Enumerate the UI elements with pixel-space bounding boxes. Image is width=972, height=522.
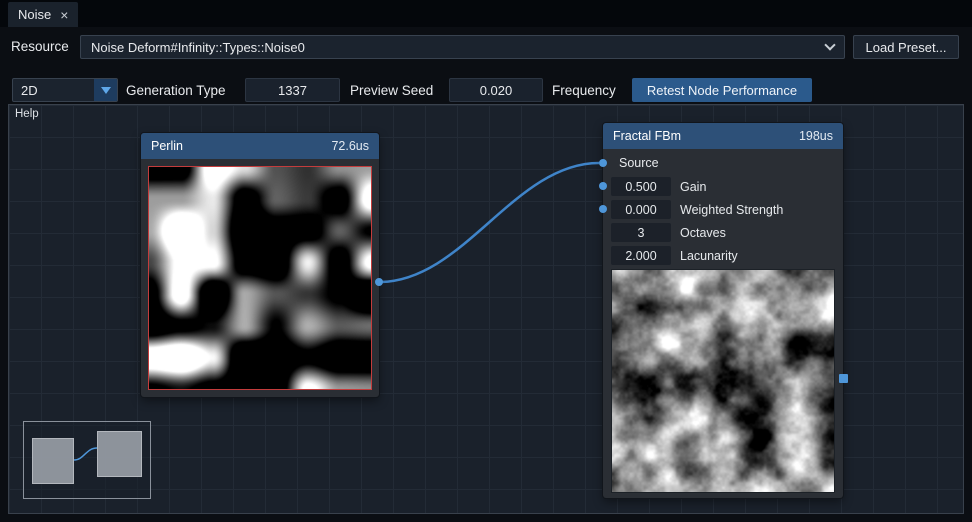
- minimap[interactable]: [23, 421, 151, 499]
- tab-noise[interactable]: Noise ×: [8, 2, 79, 27]
- gain-input-pin[interactable]: [599, 182, 607, 190]
- toolbar: 2D Generation Type 1337 Preview Seed 0.0…: [0, 66, 972, 104]
- weighted-strength-row: 0.000 Weighted Strength: [611, 200, 835, 219]
- resource-bar: Resource Noise Deform#Infinity::Types::N…: [0, 27, 972, 66]
- gain-label: Gain: [680, 179, 707, 194]
- gain-field[interactable]: 0.500: [611, 177, 671, 196]
- node-fbm-params: Source 0.500 Gain 0.000 Weighted Strengt…: [603, 149, 843, 265]
- weighted-strength-input-pin[interactable]: [599, 205, 607, 213]
- node-fbm-body: [603, 269, 843, 493]
- source-input-pin[interactable]: [599, 159, 607, 167]
- node-perlin-header[interactable]: Perlin 72.6us: [141, 133, 379, 159]
- dimension-value: 2D: [21, 82, 38, 98]
- node-perlin-time: 72.6us: [331, 139, 369, 153]
- resource-combobox[interactable]: Noise Deform#Infinity::Types::Noise0: [80, 35, 845, 59]
- perlin-noise-preview[interactable]: [148, 166, 372, 390]
- node-perlin[interactable]: Perlin 72.6us: [141, 133, 383, 397]
- tab-label: Noise: [18, 7, 52, 22]
- octaves-row: 3 Octaves: [611, 223, 835, 242]
- preview-seed-label: Preview Seed: [350, 82, 434, 98]
- node-fbm-time: 198us: [798, 129, 833, 143]
- load-preset-button[interactable]: Load Preset...: [853, 35, 959, 59]
- preview-seed-field[interactable]: 1337: [245, 78, 340, 102]
- weighted-strength-label: Weighted Strength: [680, 202, 784, 217]
- triangle-down-icon: [100, 86, 111, 94]
- octaves-field[interactable]: 3: [611, 223, 671, 242]
- fbm-noise-preview[interactable]: [611, 269, 835, 493]
- noise-tool-window: Noise × Resource Noise Deform#Infinity::…: [0, 0, 972, 522]
- lacunarity-label: Lacunarity: [680, 248, 738, 263]
- node-fbm-title: Fractal FBm: [613, 129, 682, 143]
- help-label[interactable]: Help: [15, 108, 39, 120]
- weighted-strength-field[interactable]: 0.000: [611, 200, 671, 219]
- perlin-output-pin[interactable]: [375, 278, 383, 286]
- frequency-field[interactable]: 0.020: [449, 78, 543, 102]
- lacunarity-row: 2.000 Lacunarity: [611, 246, 835, 265]
- fbm-output-pin[interactable]: [839, 374, 848, 383]
- resource-combobox-value: Noise Deform#Infinity::Types::Noise0: [91, 39, 305, 55]
- dimension-combobox[interactable]: 2D: [12, 78, 118, 102]
- source-label: Source: [619, 156, 659, 170]
- generation-type-label: Generation Type: [126, 82, 226, 98]
- node-fractal-fbm[interactable]: Fractal FBm 198us Source 0.500 Gain 0.00…: [599, 123, 848, 498]
- frequency-label: Frequency: [552, 82, 616, 98]
- retest-node-performance-button[interactable]: Retest Node Performance: [632, 78, 812, 102]
- node-graph-canvas[interactable]: Help Perlin 72.6us Fractal FBm 198us Sou…: [8, 104, 964, 514]
- tab-close-icon[interactable]: ×: [60, 8, 68, 22]
- octaves-label: Octaves: [680, 225, 726, 240]
- minimap-node-rect: [32, 438, 74, 484]
- gain-row: 0.500 Gain: [611, 177, 835, 196]
- source-row: Source: [611, 155, 835, 171]
- node-fbm-header[interactable]: Fractal FBm 198us: [603, 123, 843, 149]
- resource-label: Resource: [11, 39, 69, 54]
- lacunarity-field[interactable]: 2.000: [611, 246, 671, 265]
- node-perlin-title: Perlin: [151, 139, 183, 153]
- tab-bar: Noise ×: [0, 0, 972, 27]
- node-perlin-body: [141, 159, 379, 397]
- chevron-down-icon: [824, 39, 836, 51]
- combo-arrow-button[interactable]: [94, 79, 117, 101]
- minimap-node-rect: [97, 431, 142, 477]
